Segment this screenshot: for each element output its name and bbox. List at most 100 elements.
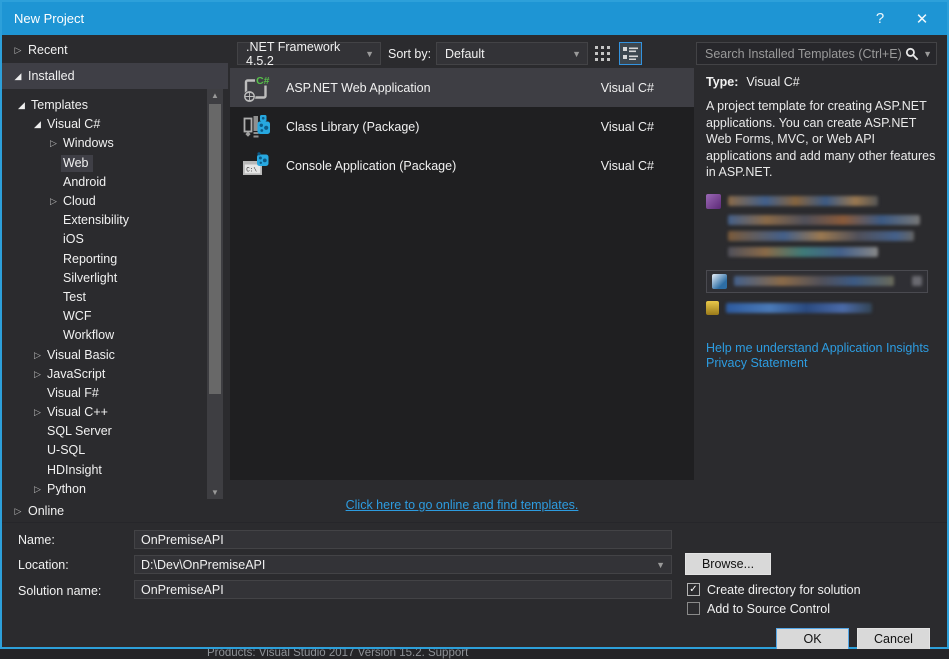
tree-scrollbar[interactable]: ▲ ▼ — [207, 89, 223, 499]
application-insights-icon — [706, 193, 721, 209]
collapsed-arrow-icon[interactable]: ▷ — [30, 407, 45, 418]
template-item-console-application-package[interactable]: C:\ Console Application (Package) Visual … — [230, 146, 694, 185]
tree-item-label: Reporting — [63, 251, 118, 266]
scroll-up-icon[interactable]: ▲ — [207, 89, 223, 102]
privacy-statement-link[interactable]: Privacy Statement — [706, 356, 807, 370]
name-value: OnPremiseAPI — [141, 532, 224, 547]
tree-item-extensibility[interactable]: Extensibility — [2, 211, 206, 230]
solution-name-input[interactable]: OnPremiseAPI — [134, 580, 672, 599]
medium-icons-view-button[interactable] — [591, 42, 614, 65]
help-button[interactable]: ? — [859, 2, 901, 35]
expanded-arrow-icon[interactable]: ◢ — [10, 71, 26, 82]
tree-item-label: Visual C++ — [47, 405, 108, 420]
redacted-combobox[interactable] — [706, 269, 928, 293]
tree-item-workflow[interactable]: Workflow — [2, 326, 206, 345]
tree-item-label: Visual Basic — [47, 347, 115, 362]
expanded-arrow-icon[interactable]: ◢ — [14, 100, 29, 111]
location-input[interactable]: D:\Dev\OnPremiseAPI ▼ — [134, 555, 672, 574]
tree-item-web[interactable]: Web — [2, 154, 206, 173]
sidebar-item-installed[interactable]: ◢ Installed — [2, 63, 228, 89]
ok-button[interactable]: OK — [776, 628, 849, 650]
tree-item-templates[interactable]: ◢ Templates — [2, 96, 206, 115]
tree-item-visual-basic[interactable]: ▷ Visual Basic — [2, 345, 206, 364]
browse-button[interactable]: Browse... — [685, 553, 771, 575]
web-globe-icon — [712, 273, 727, 289]
name-input[interactable]: OnPremiseAPI — [134, 530, 672, 549]
collapsed-arrow-icon[interactable]: ▷ — [46, 196, 61, 207]
collapsed-arrow-icon[interactable]: ▷ — [30, 350, 45, 361]
sort-by-label: Sort by: — [388, 47, 432, 61]
tree-item-label: Silverlight — [63, 270, 118, 285]
tree-item-label: WCF — [63, 309, 92, 324]
templates-tree: ◢ Templates ◢ Visual C# ▷ Windows Web Android ▷ C… — [2, 89, 206, 495]
checkbox-label: Add to Source Control — [707, 601, 830, 616]
sidebar-item-label: Online — [28, 504, 65, 518]
tree-item-label: Workflow — [63, 328, 115, 343]
unchecked-checkbox-icon[interactable] — [687, 602, 700, 615]
cancel-button[interactable]: Cancel — [857, 628, 930, 650]
collapsed-arrow-icon[interactable]: ▷ — [10, 506, 26, 517]
tree-item-ios[interactable]: iOS — [2, 230, 206, 249]
tree-item-test[interactable]: Test — [2, 288, 206, 307]
collapsed-arrow-icon[interactable]: ▷ — [30, 484, 45, 495]
tree-item-wcf[interactable]: WCF — [2, 307, 206, 326]
tree-item-visual-cplusplus[interactable]: ▷ Visual C++ — [2, 403, 206, 422]
expanded-arrow-icon[interactable]: ◢ — [30, 119, 45, 130]
scroll-down-icon[interactable]: ▼ — [207, 486, 223, 499]
template-item-class-library-package[interactable]: Class Library (Package) Visual C# — [230, 107, 694, 146]
tree-item-android[interactable]: Android — [2, 173, 206, 192]
tree-item-label: Visual F# — [47, 385, 99, 400]
tree-item-visual-fsharp[interactable]: Visual F# — [2, 384, 206, 403]
collapsed-arrow-icon[interactable]: ▷ — [10, 45, 26, 56]
list-view-button[interactable] — [619, 42, 642, 65]
project-form: Name: Location: Solution name: OnPremise… — [2, 522, 947, 650]
options-checkboxes: ✓ Create directory for solution Add to Sou… — [687, 580, 861, 618]
template-name: ASP.NET Web Application — [286, 80, 431, 95]
tree-item-label: iOS — [63, 232, 84, 247]
list-icon — [623, 47, 638, 60]
redacted-text — [734, 276, 894, 286]
tree-item-cloud[interactable]: ▷ Cloud — [2, 192, 206, 211]
checkbox-add-to-source-control[interactable]: Add to Source Control — [687, 599, 861, 618]
sidebar-item-recent[interactable]: ▷ Recent — [2, 38, 228, 62]
type-value: Visual C# — [746, 75, 800, 89]
tree-item-reporting[interactable]: Reporting — [2, 250, 206, 269]
tree-item-silverlight[interactable]: Silverlight — [2, 269, 206, 288]
search-input[interactable]: Search Installed Templates (Ctrl+E) ▼ — [696, 42, 937, 65]
tree-item-sql-server[interactable]: SQL Server — [2, 422, 206, 441]
titlebar[interactable]: New Project ? ✕ — [2, 2, 947, 35]
sidebar-item-online[interactable]: ▷ Online — [2, 499, 228, 523]
template-language: Visual C# — [600, 158, 654, 173]
search-placeholder: Search Installed Templates (Ctrl+E) — [705, 46, 902, 61]
sort-dropdown[interactable]: Default ▼ — [436, 42, 588, 65]
tree-item-label: Templates — [31, 98, 88, 113]
tree-item-visual-csharp[interactable]: ◢ Visual C# — [2, 115, 206, 134]
checked-checkbox-icon[interactable]: ✓ — [687, 583, 700, 596]
clipped-background-text: Products: Visual Studio 2017 Version 15.… — [207, 649, 469, 659]
collapsed-arrow-icon[interactable]: ▷ — [30, 369, 45, 380]
chevron-down-icon[interactable]: ▼ — [656, 560, 671, 570]
help-application-insights-link[interactable]: Help me understand Application Insights — [706, 341, 929, 355]
tree-item-javascript[interactable]: ▷ JavaScript — [2, 365, 206, 384]
online-templates-link[interactable]: Click here to go online and find templat… — [346, 498, 579, 512]
tree-item-u-sql[interactable]: U-SQL — [2, 441, 206, 460]
search-icon[interactable] — [905, 47, 919, 61]
template-item-asp-net-web-application[interactable]: C# ASP.NET Web Application Visual C# — [230, 68, 694, 107]
redacted-text — [728, 246, 878, 257]
checkbox-create-directory-for-solution[interactable]: ✓ Create directory for solution — [687, 580, 861, 599]
tree-item-hdinsight[interactable]: HDInsight — [2, 461, 206, 480]
template-name: Console Application (Package) — [286, 158, 457, 173]
tree-item-label: Test — [63, 289, 86, 304]
template-language: Visual C# — [600, 119, 654, 134]
chevron-down-icon[interactable]: ▼ — [919, 49, 932, 59]
tree-item-windows[interactable]: ▷ Windows — [2, 134, 206, 153]
aspnet-web-application-icon: C# — [240, 72, 274, 104]
dialog-title: New Project — [14, 11, 85, 26]
tree-item-python[interactable]: ▷ Python — [2, 480, 206, 495]
tree-item-label: Android — [63, 174, 107, 189]
framework-dropdown[interactable]: .NET Framework 4.5.2 ▼ — [237, 40, 381, 68]
collapsed-arrow-icon[interactable]: ▷ — [46, 138, 61, 149]
scrollbar-thumb[interactable] — [209, 104, 221, 394]
redacted-link-text — [726, 302, 872, 313]
close-button[interactable]: ✕ — [901, 2, 943, 35]
